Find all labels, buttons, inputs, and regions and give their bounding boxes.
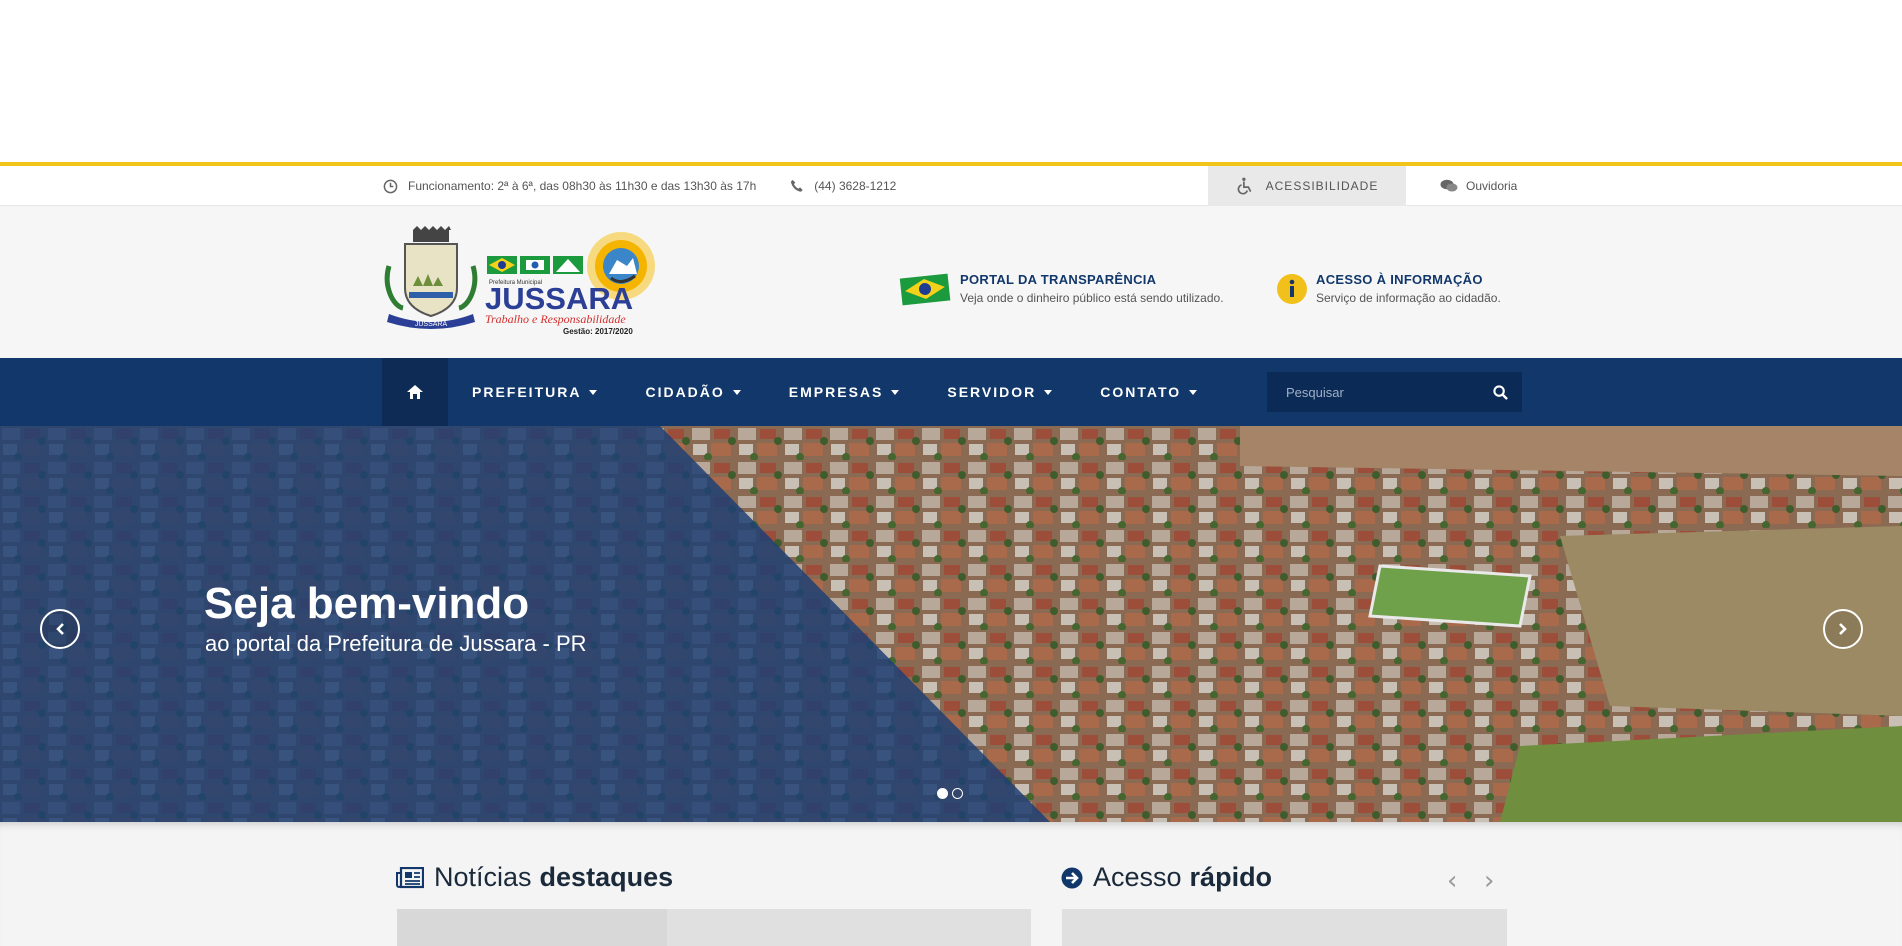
quick-access-title: Acesso rápido [1061, 862, 1272, 893]
arrow-circle-right-icon [1061, 867, 1083, 888]
information-access-title: ACESSO À INFORMAÇÃO [1316, 272, 1483, 287]
jussara-logo[interactable]: JUSSARA Prefeitura Municipal JUSSARA Tra… [383, 226, 668, 338]
info-icon [1277, 273, 1307, 304]
svg-text:JUSSARA: JUSSARA [485, 281, 633, 316]
nav-item-label: CIDADÃO [645, 384, 725, 400]
news-card[interactable] [397, 909, 1031, 946]
chat-bubbles-icon [1440, 179, 1458, 192]
search-input[interactable] [1267, 384, 1478, 400]
news-section-title: Notícias destaques [396, 862, 673, 893]
accessibility-button[interactable]: ACESSIBILIDADE [1208, 166, 1406, 206]
quick-access-next-button[interactable]: › [1484, 866, 1494, 896]
ouvidoria-label: Ouvidoria [1466, 179, 1518, 193]
slider-dot-1[interactable] [937, 788, 948, 799]
opening-hours: Funcionamento: 2ª à 6ª, das 08h30 às 11h… [383, 179, 756, 194]
search-icon [1492, 384, 1508, 400]
caret-down-icon [589, 389, 598, 395]
quick-title-bold: rápido [1189, 862, 1273, 892]
hero-slider: Seja bem-vindo ao portal da Prefeitura d… [0, 426, 1902, 822]
search-button[interactable] [1478, 372, 1522, 412]
quick-access-prev-button[interactable]: ‹ [1447, 866, 1457, 896]
chevron-left-icon [56, 623, 64, 635]
svg-text:JUSSARA: JUSSARA [415, 321, 448, 328]
transparency-title: PORTAL DA TRANSPARÊNCIA [960, 272, 1157, 287]
phone-number: (44) 3628-1212 [790, 179, 896, 193]
information-access-subtitle: Serviço de informação ao cidadão. [1316, 291, 1501, 305]
caret-down-icon [1044, 389, 1053, 395]
caret-down-icon [732, 389, 741, 395]
slider-dot-2[interactable] [952, 788, 963, 799]
slider-pagination [937, 788, 967, 799]
svg-text:Trabalho e Responsabilidade: Trabalho e Responsabilidade [485, 312, 626, 326]
nav-item-prefeitura[interactable]: PREFEITURA [448, 358, 621, 426]
newspaper-icon [396, 866, 424, 888]
nav-item-contato[interactable]: CONTATO [1076, 358, 1221, 426]
chevron-right-icon [1839, 623, 1847, 635]
nav-item-label: CONTATO [1100, 384, 1182, 400]
nav-item-label: SERVIDOR [947, 384, 1037, 400]
hero-subtitle: ao portal da Prefeitura de Jussara - PR [205, 631, 587, 656]
coat-of-arms-emblem: JUSSARA [384, 226, 478, 329]
transparency-subtitle: Veja onde o dinheiro público está sendo … [960, 291, 1224, 305]
slider-prev-button[interactable] [40, 609, 80, 649]
clock-icon [383, 179, 398, 193]
search-box [1267, 372, 1522, 412]
quick-access-card[interactable] [1062, 909, 1507, 946]
slider-next-button[interactable] [1823, 609, 1863, 649]
nav-item-cidadao[interactable]: CIDADÃO [621, 358, 764, 426]
quick-title-light: Acesso [1093, 862, 1182, 892]
home-button[interactable] [382, 358, 448, 426]
news-title-bold: destaques [539, 862, 674, 892]
nav-item-empresas[interactable]: EMPRESAS [765, 358, 924, 426]
information-access-link[interactable]: ACESSO À INFORMAÇÃO Serviço de informaçã… [1276, 272, 1501, 305]
content-sections: Notícias destaques Acesso rápido ‹ › [0, 822, 1902, 946]
news-thumbnail [397, 909, 667, 946]
site-header: JUSSARA Prefeitura Municipal JUSSARA Tra… [0, 206, 1902, 358]
caret-down-icon [1189, 389, 1198, 395]
transparency-portal-link[interactable]: PORTAL DA TRANSPARÊNCIA Veja onde o dinh… [899, 272, 1224, 305]
svg-text:Gestão: 2017/2020: Gestão: 2017/2020 [563, 327, 633, 336]
caret-down-icon [891, 389, 900, 395]
wheelchair-icon [1237, 177, 1252, 195]
nav-menu: PREFEITURA CIDADÃO EMPRESAS SERVIDOR CON… [448, 358, 1221, 426]
news-title-light: Notícias [434, 862, 532, 892]
opening-hours-text: Funcionamento: 2ª à 6ª, das 08h30 às 11h… [408, 179, 757, 193]
nav-item-servidor[interactable]: SERVIDOR [923, 358, 1076, 426]
main-navigation: PREFEITURA CIDADÃO EMPRESAS SERVIDOR CON… [0, 358, 1902, 426]
info-bar: Funcionamento: 2ª à 6ª, das 08h30 às 11h… [0, 166, 1902, 206]
accessibility-label: ACESSIBILIDADE [1265, 179, 1379, 193]
brazil-flag-icon [899, 273, 951, 305]
hero-title: Seja bem-vindo [204, 579, 530, 628]
phone-text: (44) 3628-1212 [814, 179, 897, 193]
phone-icon [791, 179, 803, 192]
top-blank-area [0, 0, 1902, 162]
nav-item-label: EMPRESAS [788, 384, 884, 400]
ouvidoria-link[interactable]: Ouvidoria [1440, 166, 1517, 206]
nav-item-label: PREFEITURA [472, 384, 582, 400]
home-icon [407, 385, 423, 399]
page: Funcionamento: 2ª à 6ª, das 08h30 às 11h… [0, 0, 1902, 946]
